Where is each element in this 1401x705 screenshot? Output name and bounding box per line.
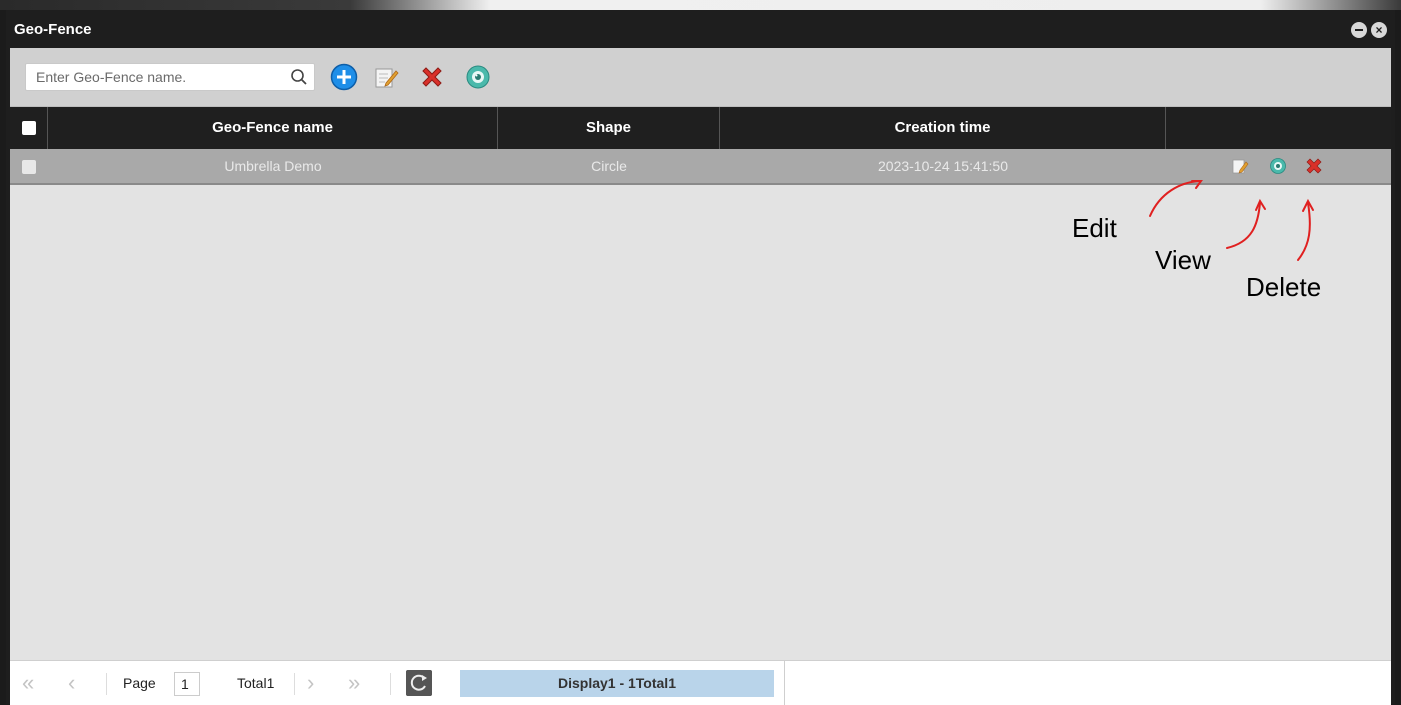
annotation-view: View: [1155, 245, 1211, 275]
annotation-edit: Edit: [1072, 213, 1117, 243]
annotation-arrows: [1149, 180, 1314, 261]
edit-arrow: [1149, 180, 1201, 217]
annotation-delete: Delete: [1246, 272, 1322, 302]
delete-arrow: [1297, 202, 1311, 261]
